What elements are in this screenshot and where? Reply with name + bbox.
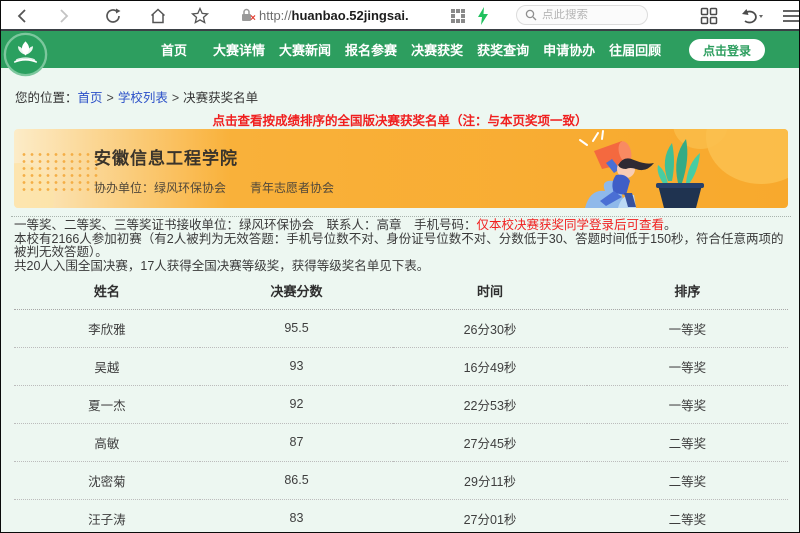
forward-icon[interactable] [53,6,73,26]
nav-item-register[interactable]: 报名参赛 [345,40,397,59]
info-line-3: 共20人入围全国决赛，17人获得全国决赛等级奖，获得等级奖名单见下表。 [14,260,790,274]
nav-item-home[interactable]: 首页 [161,40,187,59]
page-content: 您的位置：首页>学校列表>决赛获奖名单 点击查看按成绩排序的全国版决赛获奖名单（… [1,68,799,533]
awards-table: 姓名 决赛分数 时间 排序 李欣雅 95.5 26分30秒 一等奖 吴越 93 … [14,273,788,533]
cell-name: 高敏 [14,423,200,461]
site-navbar: 首页 大赛详情 大赛新闻 报名参赛 决赛获奖 获奖查询 申请协办 往届回顾 点击… [1,31,799,68]
nav-item-past-editions[interactable]: 往届回顾 [609,40,661,59]
url-host: huanbao.52jingsai. [292,8,409,23]
breadcrumb: 您的位置：首页>学校列表>决赛获奖名单 [15,87,258,106]
cell-time: 27分01秒 [393,499,587,533]
cell-score: 95.5 [200,309,394,347]
cell-rank: 二等奖 [587,499,788,533]
cell-name: 吴越 [14,347,200,385]
cell-score: 92 [200,385,394,423]
cell-rank: 二等奖 [587,423,788,461]
nav-item-apply-cohost[interactable]: 申请协办 [543,40,595,59]
browser-window: × http://huanbao.52jingsai. [0,0,800,533]
browser-toolbar: × http://huanbao.52jingsai. [1,1,799,31]
insecure-lock-icon: × [239,7,259,23]
apps-grid-icon[interactable] [699,6,719,26]
header-rank: 排序 [587,273,788,309]
site-logo[interactable] [3,32,48,77]
back-icon[interactable] [13,6,33,26]
header-final-score: 决赛分数 [200,273,394,309]
award-info-text: 一等奖、二等奖、三等奖证书接收单位：绿风环保协会 联系人：高章 手机号码：仅本校… [14,219,790,273]
url-scheme: http:// [259,8,292,23]
cell-rank: 一等奖 [587,347,788,385]
cell-name: 沈密菊 [14,461,200,499]
cell-score: 86.5 [200,461,394,499]
login-button[interactable]: 点击登录 [689,39,765,61]
cohost-organizations: 协办单位：绿风环保协会 青年志愿者协会 [94,179,334,196]
nav-item-final-awards[interactable]: 决赛获奖 [411,40,463,59]
svg-text:×: × [250,13,256,23]
breadcrumb-current: 决赛获奖名单 [183,91,258,105]
table-row: 吴越 93 16分49秒 一等奖 [14,347,788,385]
breadcrumb-prefix: 您的位置： [15,91,78,105]
nav-item-contest-details[interactable]: 大赛详情 [213,40,265,59]
breadcrumb-link-home[interactable]: 首页 [78,91,103,105]
cell-rank: 一等奖 [587,385,788,423]
login-to-view-link[interactable]: 仅本校决赛获奖同学登录后可查看 [477,218,665,232]
cell-name: 汪子涛 [14,499,200,533]
cell-time: 29分11秒 [393,461,587,499]
undo-icon[interactable] [739,6,765,26]
cell-time: 22分53秒 [393,385,587,423]
header-name: 姓名 [14,273,200,309]
breadcrumb-link-school-list[interactable]: 学校列表 [118,91,168,105]
home-icon[interactable] [148,6,168,26]
search-box[interactable] [516,5,648,25]
megaphone-person-illustration [530,129,730,208]
cell-name: 李欣雅 [14,309,200,347]
table-row: 李欣雅 95.5 26分30秒 一等奖 [14,309,788,347]
table-header-row: 姓名 决赛分数 时间 排序 [14,273,788,309]
table-row: 汪子涛 83 27分01秒 二等奖 [14,499,788,533]
lightning-icon[interactable] [475,7,491,25]
search-input[interactable] [542,9,632,21]
banner-dot-pattern [20,151,98,193]
info-line-2: 本校有2166人参加初赛（有2人被判为无效答题：手机号位数不对、身份证号位数不对… [14,233,790,260]
cell-score: 87 [200,423,394,461]
table-row: 夏一杰 92 22分53秒 一等奖 [14,385,788,423]
cell-name: 夏一杰 [14,385,200,423]
school-name: 安徽信息工程学院 [94,144,238,169]
table-row: 高敏 87 27分45秒 二等奖 [14,423,788,461]
menu-icon[interactable] [782,6,800,26]
cell-time: 26分30秒 [393,309,587,347]
search-icon [525,9,537,21]
cell-rank: 二等奖 [587,461,788,499]
refresh-icon[interactable] [103,6,123,26]
cell-score: 83 [200,499,394,533]
address-bar[interactable]: × http://huanbao.52jingsai. [239,1,409,29]
nav-item-award-query[interactable]: 获奖查询 [477,40,529,59]
dotted-divider [11,216,791,217]
cell-rank: 一等奖 [587,309,788,347]
cell-score: 93 [200,347,394,385]
school-banner: 安徽信息工程学院 协办单位：绿风环保协会 青年志愿者协会 [14,129,788,208]
qr-code-icon[interactable] [451,9,465,23]
header-time: 时间 [393,273,587,309]
national-ranking-link[interactable]: 点击查看按成绩排序的全国版决赛获奖名单（注：与本页奖项一致） [1,110,799,129]
table-row: 沈密菊 86.5 29分11秒 二等奖 [14,461,788,499]
cell-time: 27分45秒 [393,423,587,461]
info-line-1: 一等奖、二等奖、三等奖证书接收单位：绿风环保协会 联系人：高章 手机号码：仅本校… [14,219,790,233]
cell-time: 16分49秒 [393,347,587,385]
nav-item-contest-news[interactable]: 大赛新闻 [279,40,331,59]
bookmark-star-icon[interactable] [190,6,210,26]
